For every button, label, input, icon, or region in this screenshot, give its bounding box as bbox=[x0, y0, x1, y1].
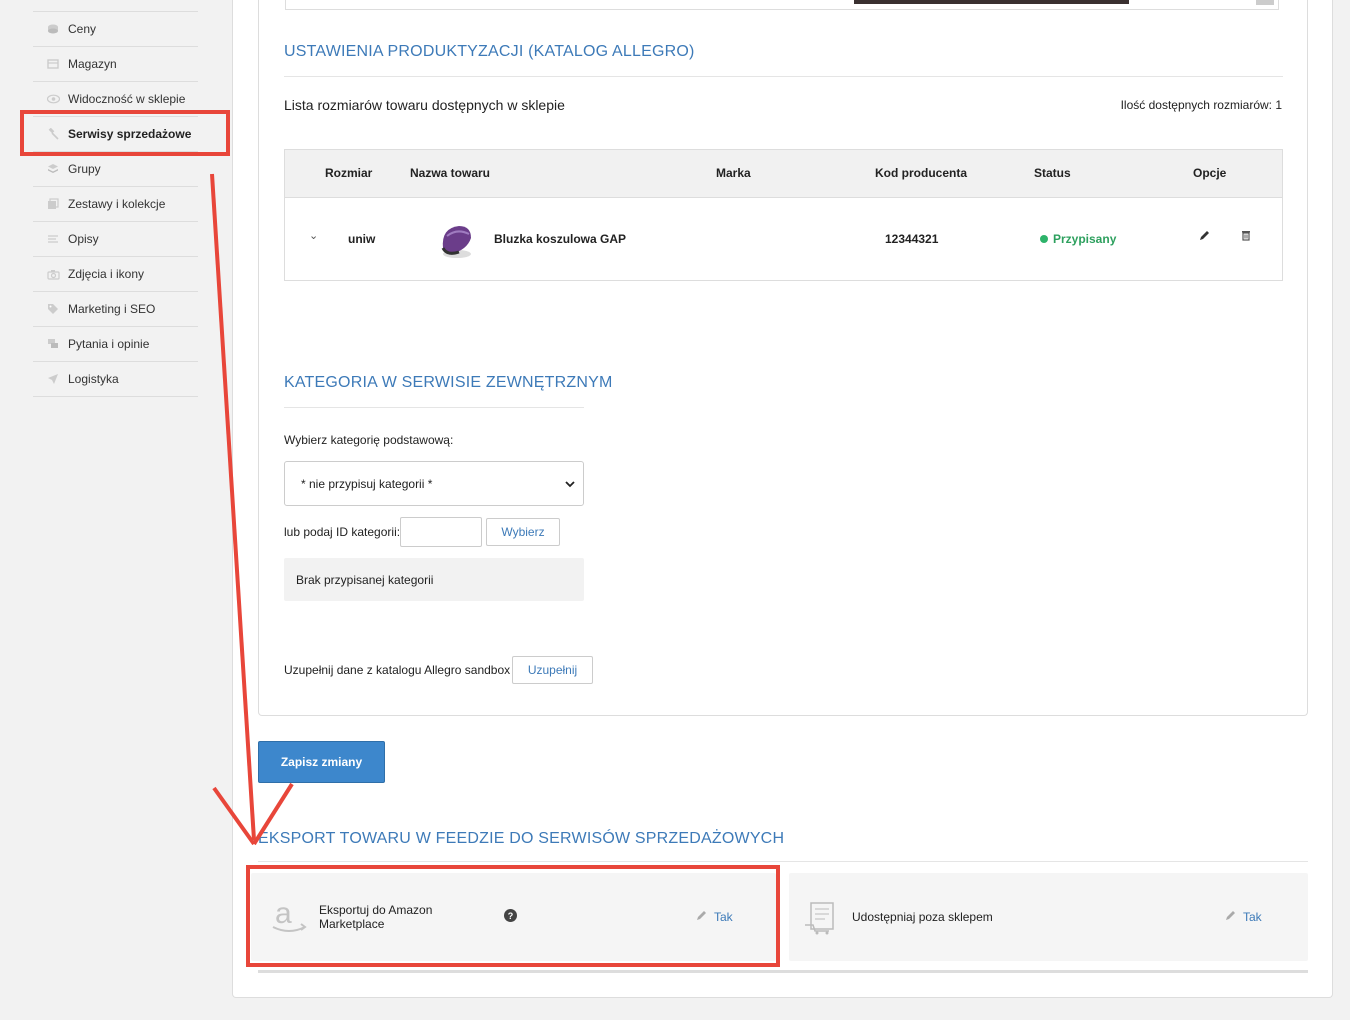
status-text: Przypisany bbox=[1053, 232, 1117, 246]
category-id-label: lub podaj ID kategorii: bbox=[284, 525, 401, 539]
sidebar-item-ceny[interactable]: Ceny bbox=[33, 12, 198, 47]
warehouse-icon bbox=[46, 57, 60, 71]
sidebar-item-label: Ceny bbox=[68, 22, 97, 36]
sidebar-item-label: Pytania i opinie bbox=[68, 337, 150, 351]
col-header-code: Kod producenta bbox=[875, 166, 967, 180]
label-line: Eksportuj do Amazon bbox=[319, 903, 433, 917]
divider bbox=[284, 407, 584, 408]
category-title: KATEGORIA W SERWISIE ZEWNĘTRZNYM bbox=[284, 374, 613, 391]
text-lines-icon bbox=[46, 232, 60, 246]
export-amazon-label: Eksportuj do Amazon Marketplace bbox=[319, 903, 432, 931]
sidebar-menu: Ceny Magazyn Widoczność w sklepie Serwis… bbox=[33, 11, 198, 397]
category-select-value: * nie przypisuj kategorii * bbox=[301, 476, 433, 491]
cell-product-name[interactable]: Bluzka koszulowa GAP bbox=[494, 232, 626, 246]
eye-icon bbox=[46, 92, 60, 106]
bottom-divider bbox=[258, 970, 1308, 973]
sidebar-item-label: Widoczność w sklepie bbox=[68, 92, 186, 106]
chevron-down-icon bbox=[565, 477, 575, 491]
sidebar-item-serwisy-sprzedazowe[interactable]: Serwisy sprzedażowe bbox=[33, 117, 198, 152]
category-id-input[interactable] bbox=[400, 517, 482, 547]
camera-icon bbox=[46, 267, 60, 281]
sidebar-item-label: Grupy bbox=[68, 162, 101, 176]
layers-icon bbox=[46, 162, 60, 176]
sidebar-item-label: Opisy bbox=[68, 232, 99, 246]
col-header-options: Opcje bbox=[1193, 166, 1227, 180]
export-amazon-value[interactable]: Tak bbox=[714, 910, 733, 924]
sidebar-item-label: Zdjęcia i ikony bbox=[68, 267, 145, 281]
scroll-marker bbox=[1256, 0, 1274, 5]
export-share-value[interactable]: Tak bbox=[1243, 910, 1262, 924]
sizes-count: Ilość dostępnych rozmiarów: 1 bbox=[1120, 98, 1282, 112]
expand-chevron-icon[interactable]: ⌄ bbox=[309, 229, 318, 242]
choose-category-button[interactable]: Wybierz bbox=[486, 518, 560, 546]
sidebar-item-pytania[interactable]: Pytania i opinie bbox=[33, 327, 198, 362]
help-icon[interactable]: ? bbox=[504, 909, 517, 922]
col-header-status: Status bbox=[1034, 166, 1071, 180]
sidebar-item-label: Marketing i SEO bbox=[68, 302, 156, 316]
sidebar-item-label: Zestawy i kolekcje bbox=[68, 197, 166, 211]
product-thumbnail bbox=[441, 226, 471, 258]
svg-text:a: a bbox=[275, 899, 292, 930]
category-select-label: Wybierz kategorię podstawową: bbox=[284, 433, 454, 447]
trash-icon[interactable] bbox=[1241, 230, 1251, 244]
table-row: ⌄ uniw Bluzka koszulowa GAP 12344321 Prz… bbox=[285, 198, 1282, 280]
label-line: Marketplace bbox=[319, 917, 385, 931]
product-settings-card: USTAWIENIA PRODUKTYZACJI (KATALOG ALLEGR… bbox=[258, 0, 1308, 716]
export-share-box: Udostępniaj poza sklepem Tak bbox=[789, 873, 1308, 961]
export-title: EKSPORT TOWARU W FEEDZIE DO SERWISÓW SPR… bbox=[258, 830, 785, 847]
sidebar-item-label: Serwisy sprzedażowe bbox=[68, 127, 192, 141]
productization-title: USTAWIENIA PRODUKTYZACJI (KATALOG ALLEGR… bbox=[284, 43, 695, 60]
export-amazon-box: a Eksportuj do Amazon Marketplace ? Tak bbox=[251, 873, 776, 961]
sidebar-item-zestawy[interactable]: Zestawy i kolekcje bbox=[33, 187, 198, 222]
collection-icon bbox=[46, 197, 60, 211]
save-changes-button[interactable]: Zapisz zmiany bbox=[258, 741, 385, 783]
sidebar-item-magazyn[interactable]: Magazyn bbox=[33, 47, 198, 82]
amazon-icon: a bbox=[271, 897, 311, 940]
status-dot bbox=[1040, 235, 1048, 243]
fill-from-catalog-button[interactable]: Uzupełnij bbox=[512, 656, 593, 684]
sizes-table: Rozmiar Nazwa towaru Marka Kod producent… bbox=[284, 149, 1283, 281]
col-header-name: Nazwa towaru bbox=[410, 166, 491, 180]
export-share-label: Udostępniaj poza sklepem bbox=[852, 910, 993, 924]
sidebar-item-widocznosc[interactable]: Widoczność w sklepie bbox=[33, 82, 198, 117]
tag-icon bbox=[46, 302, 60, 316]
sidebar-item-grupy[interactable]: Grupy bbox=[33, 152, 198, 187]
share-feed-icon bbox=[803, 899, 841, 940]
divider bbox=[258, 861, 1308, 862]
gavel-icon bbox=[46, 127, 60, 141]
product-image bbox=[854, 0, 1129, 4]
status-badge: Przypisany bbox=[1040, 232, 1116, 246]
sidebar-item-zdjecia[interactable]: Zdjęcia i ikony bbox=[33, 257, 198, 292]
edit-pencil-icon[interactable] bbox=[1199, 230, 1210, 244]
comments-icon bbox=[46, 337, 60, 351]
cell-producer-code: 12344321 bbox=[885, 232, 939, 246]
sidebar-item-label: Magazyn bbox=[68, 57, 117, 71]
paper-plane-icon bbox=[46, 372, 60, 386]
category-select[interactable]: * nie przypisuj kategorii * bbox=[284, 461, 584, 506]
sidebar-item-opisy[interactable]: Opisy bbox=[33, 222, 198, 257]
sidebar-item-marketing[interactable]: Marketing i SEO bbox=[33, 292, 198, 327]
divider bbox=[284, 76, 1283, 77]
sizes-list-title: Lista rozmiarów towaru dostępnych w skle… bbox=[284, 97, 565, 113]
coins-icon bbox=[46, 22, 60, 36]
table-header: Rozmiar Nazwa towaru Marka Kod producent… bbox=[285, 150, 1282, 198]
cell-size: uniw bbox=[348, 232, 376, 246]
sidebar-item-logistyka[interactable]: Logistyka bbox=[33, 362, 198, 397]
col-header-size: Rozmiar bbox=[325, 166, 373, 180]
col-header-brand: Marka bbox=[716, 166, 751, 180]
fill-from-catalog-label: Uzupełnij dane z katalogu Allegro sandbo… bbox=[284, 663, 511, 677]
product-image-preview bbox=[285, 0, 1279, 10]
sidebar-item-label: Logistyka bbox=[68, 372, 119, 386]
no-category-info: Brak przypisanej kategorii bbox=[284, 558, 584, 601]
edit-pencil-icon[interactable] bbox=[696, 910, 707, 924]
edit-pencil-icon[interactable] bbox=[1225, 910, 1236, 924]
main-panel: USTAWIENIA PRODUKTYZACJI (KATALOG ALLEGR… bbox=[232, 0, 1333, 998]
sidebar: Ceny Magazyn Widoczność w sklepie Serwis… bbox=[0, 0, 232, 1020]
